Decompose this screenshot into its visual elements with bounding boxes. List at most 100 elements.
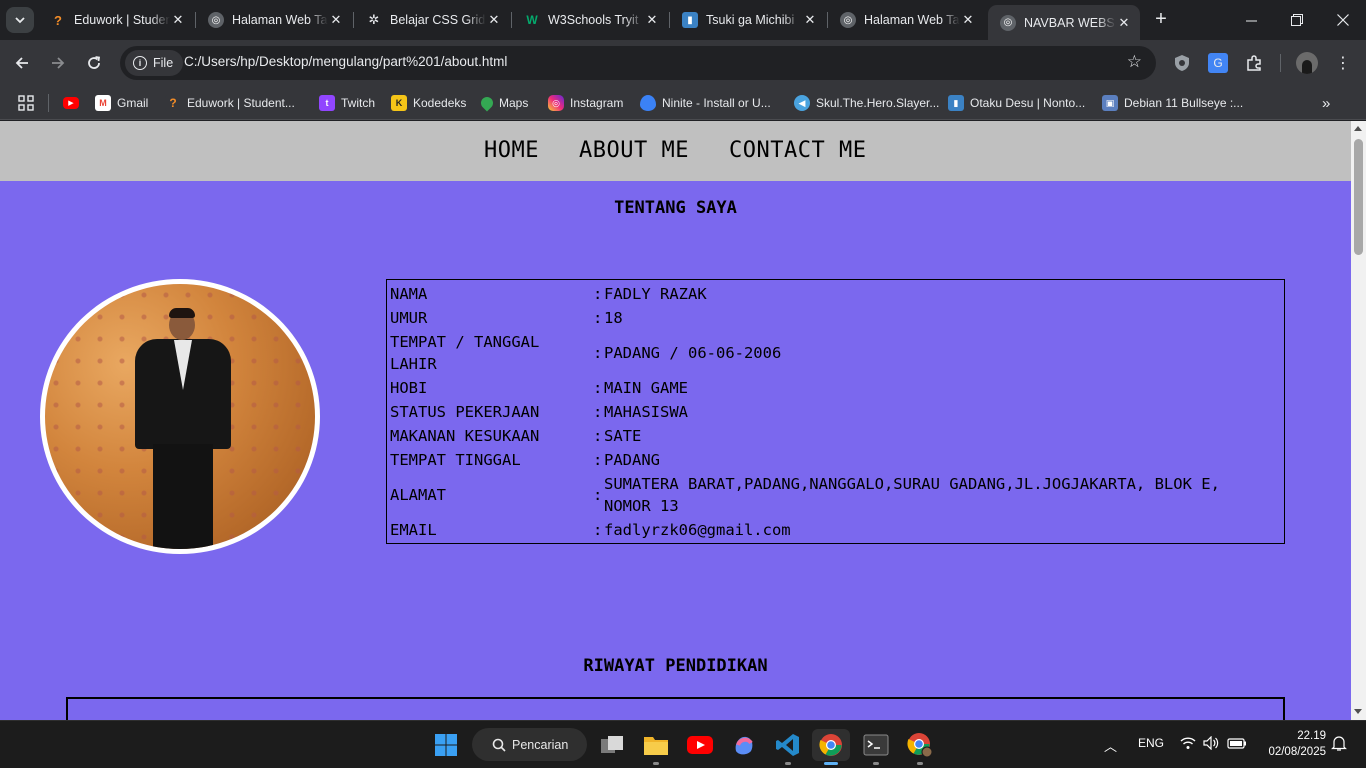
- page-scrollbar[interactable]: [1351, 121, 1366, 720]
- tab-w3schools[interactable]: W W3Schools Tryit ✕: [512, 5, 668, 35]
- close-window-button[interactable]: [1320, 0, 1366, 40]
- extensions-button[interactable]: [1244, 53, 1264, 73]
- bookmark-debian[interactable]: ▣ Debian 11 Bullseye :...: [1102, 93, 1243, 113]
- shield-extension-icon[interactable]: [1172, 53, 1192, 73]
- menu-kebab-icon[interactable]: ⋮: [1333, 53, 1353, 73]
- bio-value: 18: [604, 309, 623, 327]
- notification-bell-icon[interactable]: [1331, 735, 1347, 754]
- battery-icon[interactable]: [1227, 736, 1247, 753]
- task-view-icon[interactable]: [596, 729, 628, 761]
- tab-eduwork[interactable]: ? Eduwork | Student ✕: [38, 5, 194, 35]
- tab-halaman-web-1[interactable]: ◎ Halaman Web Ta ✕: [196, 5, 352, 35]
- profile-avatar[interactable]: [1296, 52, 1318, 74]
- close-tab-icon[interactable]: ✕: [486, 12, 502, 28]
- bio-key: TEMPAT TINGGAL: [390, 451, 521, 469]
- bookmark-ninite[interactable]: Ninite - Install or U...: [640, 93, 771, 113]
- wifi-icon[interactable]: [1180, 736, 1196, 753]
- scroll-up-arrow-icon[interactable]: [1354, 126, 1362, 131]
- tab-navbar-website[interactable]: ◎ NAVBAR WEBSITE ✕: [988, 5, 1140, 40]
- url-text[interactable]: C:/Users/hp/Desktop/mengulang/part%201/a…: [184, 54, 507, 69]
- page-title: TENTANG SAYA: [614, 198, 737, 218]
- bookmark-maps[interactable]: Maps: [478, 93, 528, 113]
- tab-halaman-web-2[interactable]: ◎ Halaman Web Ta ✕: [828, 5, 984, 35]
- restore-button[interactable]: [1274, 0, 1320, 40]
- nav-about-link[interactable]: ABOUT ME: [579, 138, 689, 163]
- bookmark-twitch[interactable]: t Twitch: [319, 93, 375, 113]
- system-clock[interactable]: 22.19 02/08/2025: [1256, 728, 1326, 760]
- close-tab-icon[interactable]: ✕: [170, 12, 186, 28]
- bookmark-otakudesu[interactable]: ▮ Otaku Desu | Nonto...: [948, 93, 1085, 113]
- more-bookmarks-chevron-icon[interactable]: »: [1322, 93, 1330, 113]
- apps-button[interactable]: [18, 93, 34, 113]
- tab-search-button[interactable]: [6, 7, 34, 33]
- volume-icon[interactable]: [1203, 735, 1219, 753]
- clock-time: 22.19: [1297, 730, 1326, 742]
- running-indicator: [785, 762, 791, 765]
- bio-key: HOBI: [390, 379, 428, 397]
- bookmark-youtube[interactable]: ▶: [63, 93, 79, 113]
- reload-icon: [88, 56, 101, 69]
- instagram-icon: ◎: [548, 95, 564, 111]
- chrome-active-icon[interactable]: [812, 729, 850, 761]
- minimize-button[interactable]: [1228, 0, 1274, 40]
- maps-icon: [478, 94, 496, 112]
- site-info-chip[interactable]: i File: [125, 50, 184, 76]
- language-indicator[interactable]: ENG: [1138, 736, 1164, 750]
- scroll-down-arrow-icon[interactable]: [1354, 709, 1362, 714]
- close-tab-icon[interactable]: ✕: [644, 12, 660, 28]
- windows-logo-icon: [435, 734, 457, 756]
- youtube-icon: ▶: [63, 97, 79, 109]
- chevron-down-icon: [15, 17, 25, 24]
- site-navbar: HOME ABOUT ME CONTACT ME: [0, 121, 1351, 181]
- bio-value: PADANG: [604, 451, 660, 469]
- bio-key: UMUR: [390, 309, 428, 327]
- eduwork-icon: ?: [50, 12, 66, 28]
- bio-value: MAIN GAME: [604, 379, 688, 397]
- bookmark-eduwork[interactable]: ? Eduwork | Student...: [165, 93, 295, 113]
- copilot-icon[interactable]: [728, 729, 760, 761]
- nav-home-link[interactable]: HOME: [484, 138, 539, 163]
- bio-row: NAMA : FADLY RAZAK: [390, 283, 1280, 305]
- back-arrow-icon: [15, 57, 28, 69]
- bookmark-kodedeks[interactable]: K Kodedeks: [391, 93, 466, 113]
- bookmark-gmail[interactable]: M Gmail: [95, 93, 148, 113]
- bio-separator: :: [593, 521, 603, 539]
- youtube-app-icon[interactable]: [684, 729, 716, 761]
- twitch-icon: t: [319, 95, 335, 111]
- globe-icon: ◎: [840, 12, 856, 28]
- restore-icon: [1291, 14, 1303, 26]
- running-indicator: [873, 762, 879, 765]
- vscode-icon[interactable]: [772, 729, 804, 761]
- close-icon: [1337, 14, 1349, 26]
- chrome-profile-icon[interactable]: [904, 729, 936, 761]
- bio-separator: :: [593, 451, 603, 469]
- bookmark-skul[interactable]: ◀ Skul.The.Hero.Slayer...: [794, 93, 939, 113]
- terminal-icon[interactable]: [860, 729, 892, 761]
- close-tab-icon[interactable]: ✕: [328, 12, 344, 28]
- translate-extension-icon[interactable]: G: [1208, 53, 1228, 73]
- start-button[interactable]: [430, 729, 462, 761]
- person-legs: [153, 444, 213, 549]
- profile-photo: [40, 279, 320, 554]
- new-tab-button[interactable]: +: [1150, 8, 1172, 30]
- taskbar-search[interactable]: Pencarian: [472, 728, 587, 761]
- bio-value: SATE: [604, 427, 642, 445]
- close-tab-icon[interactable]: ✕: [802, 12, 818, 28]
- scrollbar-thumb[interactable]: [1354, 139, 1363, 255]
- tray-overflow-chevron-icon[interactable]: ︿: [1104, 736, 1117, 755]
- kodedeks-icon: K: [391, 95, 407, 111]
- tab-belajar-css-grid[interactable]: ✲ Belajar CSS Grid ✕: [354, 5, 510, 35]
- running-indicator: [917, 762, 923, 765]
- file-explorer-icon[interactable]: [640, 729, 672, 761]
- close-tab-icon[interactable]: ✕: [960, 12, 976, 28]
- close-tab-icon[interactable]: ✕: [1116, 15, 1132, 31]
- nav-contact-link[interactable]: CONTACT ME: [729, 138, 866, 163]
- forward-button[interactable]: [45, 50, 71, 76]
- tab-tsuki-ga-michibi[interactable]: ▮ Tsuki ga Michibi ✕: [670, 5, 826, 35]
- reload-button[interactable]: [81, 50, 107, 76]
- address-bar[interactable]: i File C:/Users/hp/Desktop/mengulang/par…: [120, 46, 1156, 80]
- bookmark-instagram[interactable]: ◎ Instagram: [548, 93, 623, 113]
- back-button[interactable]: [9, 50, 35, 76]
- bookmark-page-icon: ▮: [682, 12, 698, 28]
- bookmark-star-icon[interactable]: ☆: [1127, 52, 1142, 72]
